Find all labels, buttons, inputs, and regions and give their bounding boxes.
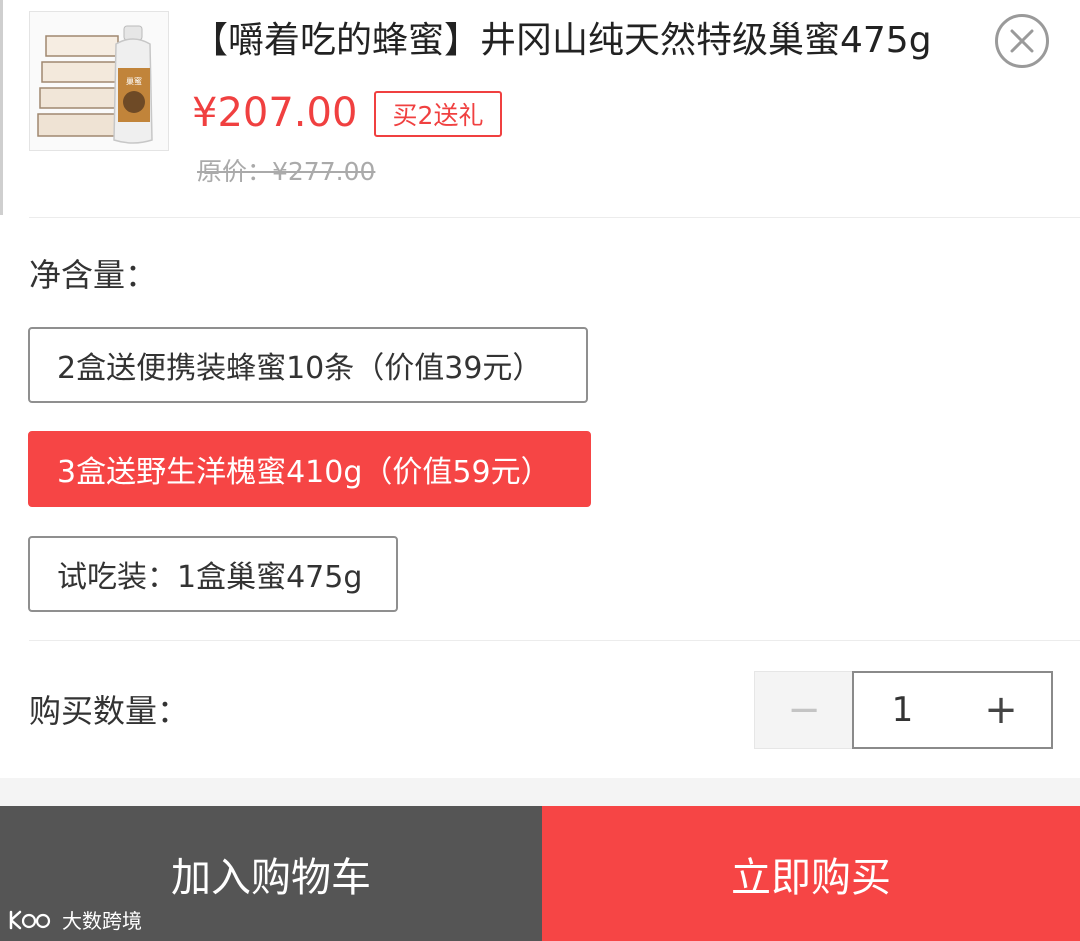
close-icon	[1010, 29, 1034, 53]
product-price: ¥207.00	[192, 90, 358, 136]
section-gap	[0, 778, 1080, 806]
promo-badge: 买2送礼	[374, 91, 502, 137]
product-image: 巢蜜	[30, 12, 168, 150]
spec-option-label: 试吃装：1盒巢蜜475g	[57, 560, 363, 595]
quantity-decrease-button[interactable]: −	[754, 671, 854, 749]
close-button[interactable]	[995, 14, 1049, 68]
quantity-increase-button[interactable]: +	[951, 671, 1053, 749]
divider	[29, 640, 1080, 641]
watermark: 大数跨境	[8, 905, 142, 934]
plus-icon: +	[984, 687, 1018, 733]
product-thumbnail: 巢蜜	[29, 11, 169, 151]
minus-icon: −	[787, 687, 821, 733]
spec-option-3[interactable]: 试吃装：1盒巢蜜475g	[28, 536, 398, 612]
spec-option-label: 2盒送便携装蜂蜜10条（价值39元）	[57, 351, 543, 386]
quantity-label: 购买数量：	[29, 692, 190, 730]
watermark-text: 大数跨境	[62, 909, 142, 933]
product-title: 【嚼着吃的蜂蜜】井冈山纯天然特级巢蜜475g	[192, 20, 932, 61]
product-image-label: 巢蜜	[126, 76, 142, 86]
watermark-logo-icon	[9, 910, 51, 929]
spec-option-2-selected[interactable]: 3盒送野生洋槐蜜410g（价值59元）	[28, 431, 591, 507]
divider	[29, 217, 1080, 218]
spec-label: 净含量：	[29, 256, 158, 294]
quantity-value[interactable]: 1	[852, 671, 953, 749]
quantity-stepper: − 1 +	[754, 671, 1053, 749]
original-price: 原价：¥277.00	[197, 157, 376, 186]
buy-now-button[interactable]: 立即购买	[542, 806, 1080, 941]
buy-now-label: 立即购买	[731, 854, 891, 901]
add-to-cart-label: 加入购物车	[171, 854, 371, 901]
spec-option-1[interactable]: 2盒送便携装蜂蜜10条（价值39元）	[28, 327, 588, 403]
left-edge	[0, 0, 3, 215]
spec-option-label: 3盒送野生洋槐蜜410g（价值59元）	[57, 455, 551, 490]
